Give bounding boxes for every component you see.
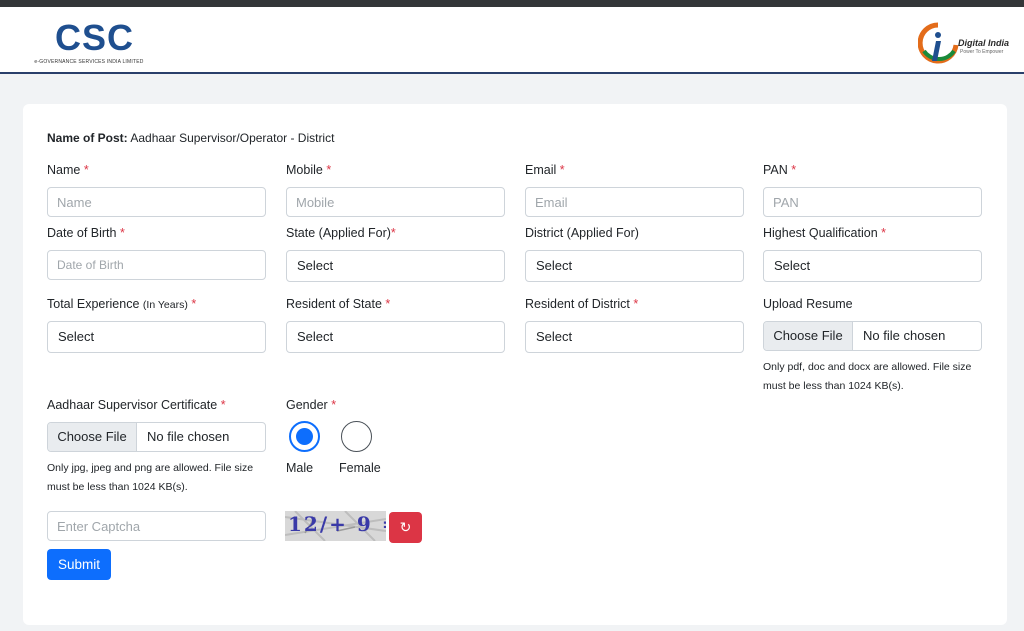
digital-india-logo: Digital India Power To Empower <box>918 21 1010 67</box>
resume-file-status: No file chosen <box>863 328 946 343</box>
certificate-file-status: No file chosen <box>147 429 230 444</box>
gender-female-label: Female <box>339 461 381 475</box>
digital-india-tagline: Power To Empower <box>960 49 1004 55</box>
site-header: CSC e-GOVERNANCE SERVICES INDIA LIMITED … <box>0 7 1024 74</box>
state-applied-label: State (Applied For)* <box>286 226 396 240</box>
csc-logo-text: CSC <box>55 17 135 58</box>
experience-select[interactable]: Select <box>47 321 266 353</box>
gender-label: Gender * <box>286 398 337 412</box>
certificate-file-input[interactable]: Choose File No file chosen <box>47 422 266 452</box>
post-name: Name of Post: Aadhaar Supervisor/Operato… <box>47 131 334 145</box>
captcha-text: 12/+ 9 = <box>288 512 386 536</box>
application-form-card: Name of Post: Aadhaar Supervisor/Operato… <box>23 104 1007 625</box>
resident-state-label: Resident of State * <box>286 297 391 311</box>
submit-button[interactable]: Submit <box>47 549 111 580</box>
mobile-label: Mobile * <box>286 163 332 177</box>
mobile-input[interactable] <box>286 187 505 217</box>
district-applied-label: District (Applied For) <box>525 226 639 240</box>
resume-help-text: Only pdf, doc and docx are allowed. File… <box>763 361 972 392</box>
resume-label: Upload Resume <box>763 297 853 311</box>
resident-district-select[interactable]: Select <box>525 321 744 353</box>
name-label: Name * <box>47 163 89 177</box>
gender-male-radio[interactable] <box>289 421 320 452</box>
gender-female-radio[interactable] <box>341 421 372 452</box>
post-label: Name of Post: <box>47 131 128 145</box>
top-bar <box>0 0 1024 7</box>
state-applied-select[interactable]: Select <box>286 250 505 282</box>
post-value: Aadhaar Supervisor/Operator - District <box>130 131 335 145</box>
district-applied-select[interactable]: Select <box>525 250 744 282</box>
digital-india-emblem-icon <box>918 22 959 64</box>
gender-male-label: Male <box>286 461 314 475</box>
csc-logo: CSC e-GOVERNANCE SERVICES INDIA LIMITED <box>33 20 145 70</box>
refresh-icon: ↻ <box>399 519 412 535</box>
certificate-label: Aadhaar Supervisor Certificate * <box>47 398 226 412</box>
resident-state-select[interactable]: Select <box>286 321 505 353</box>
certificate-choose-file-button[interactable]: Choose File <box>48 423 137 451</box>
resident-district-label: Resident of District * <box>525 297 639 311</box>
pan-input[interactable] <box>763 187 982 217</box>
email-input[interactable] <box>525 187 744 217</box>
email-label: Email * <box>525 163 565 177</box>
resume-file-input[interactable]: Choose File No file chosen <box>763 321 982 351</box>
certificate-help-text: Only jpg, jpeg and png are allowed. File… <box>47 462 254 493</box>
captcha-input[interactable] <box>47 511 266 541</box>
qualification-label: Highest Qualification * <box>763 226 887 240</box>
captcha-image: 12/+ 9 = <box>285 511 386 541</box>
dob-input[interactable] <box>47 250 266 280</box>
captcha-refresh-button[interactable]: ↻ <box>389 512 422 543</box>
resume-choose-file-button[interactable]: Choose File <box>764 322 853 350</box>
pan-label: PAN * <box>763 163 797 177</box>
qualification-select[interactable]: Select <box>763 250 982 282</box>
experience-label: Total Experience (In Years) * <box>47 297 197 311</box>
digital-india-title: Digital India <box>958 38 1010 48</box>
csc-tagline: e-GOVERNANCE SERVICES INDIA LIMITED <box>34 59 144 65</box>
name-input[interactable] <box>47 187 266 217</box>
dob-label: Date of Birth * <box>47 226 125 240</box>
